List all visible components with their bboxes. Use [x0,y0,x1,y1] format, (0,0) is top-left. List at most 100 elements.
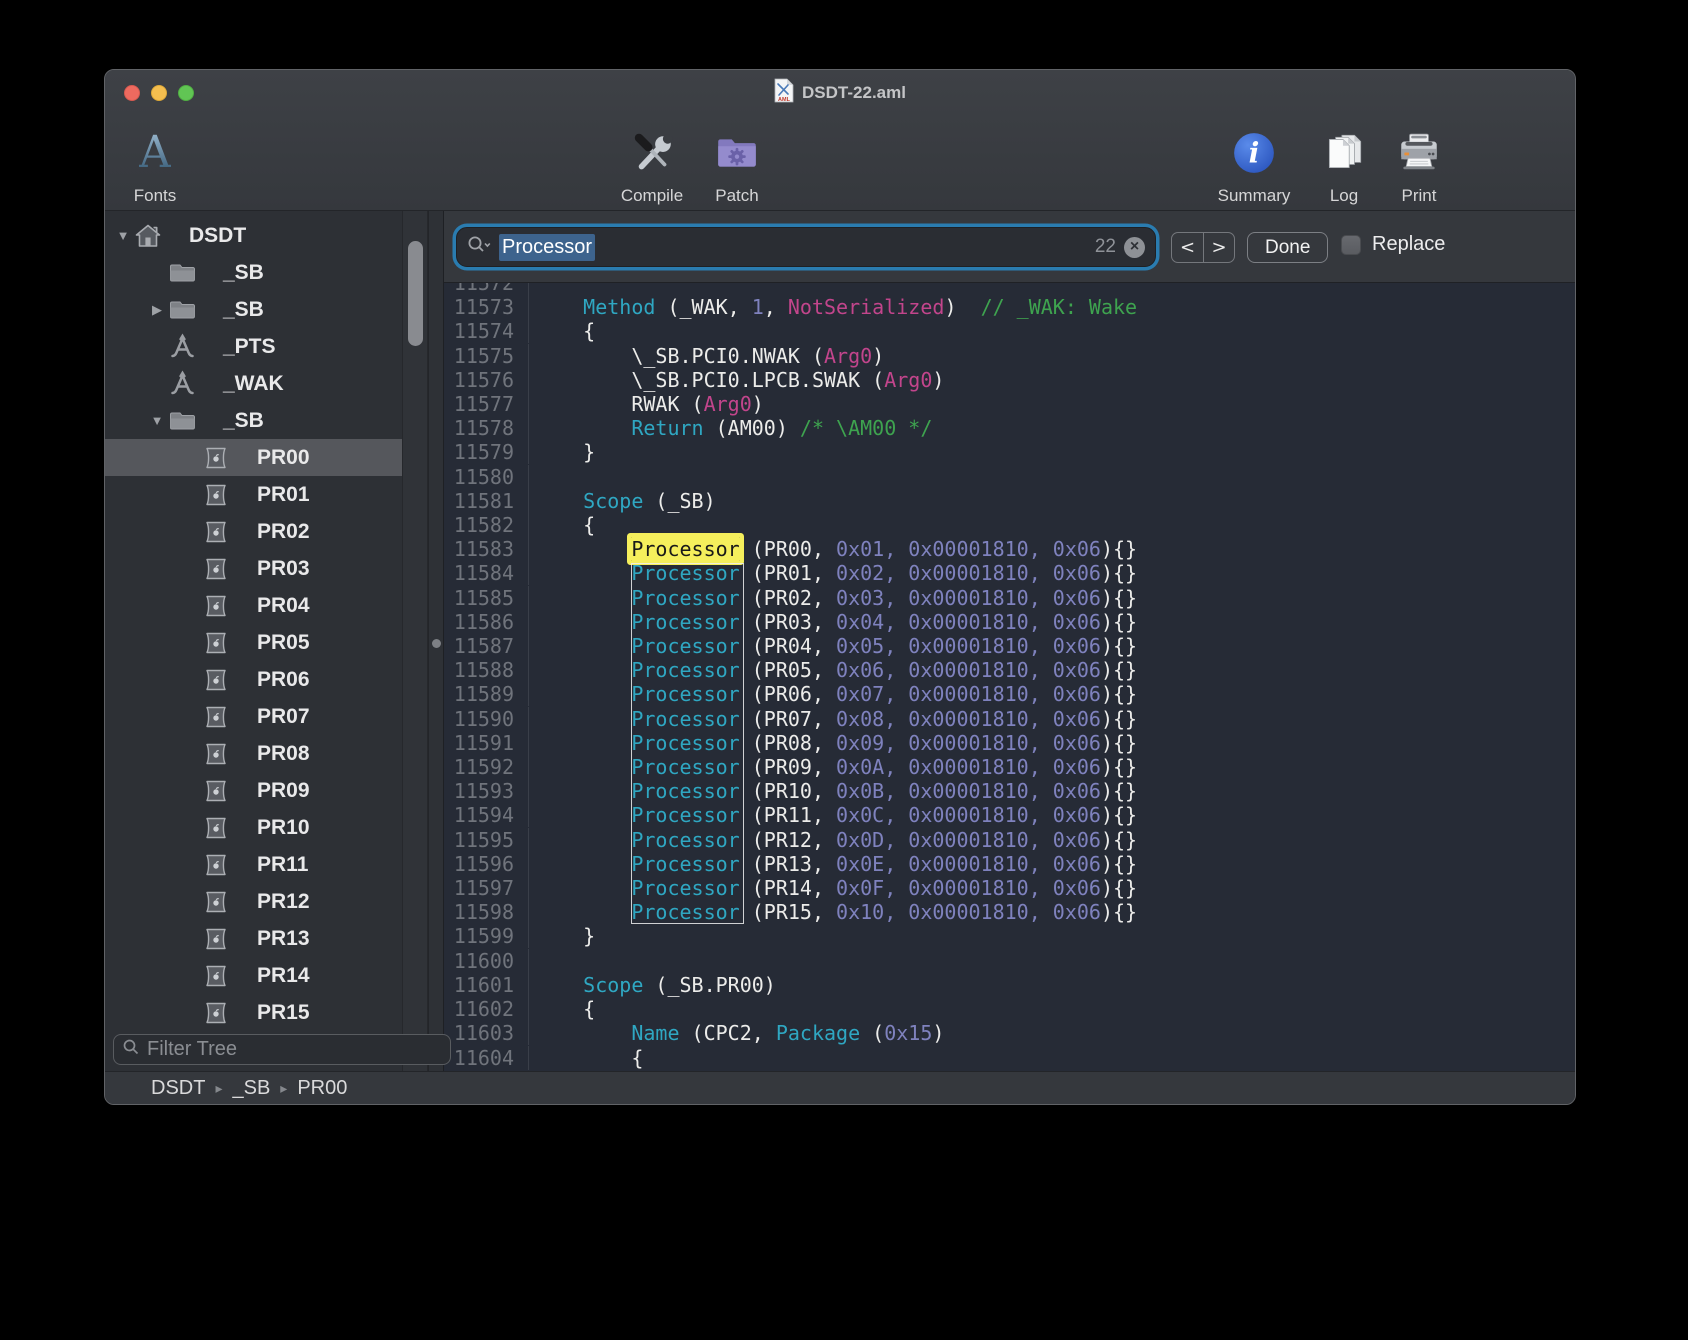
line-content: { [528,1046,643,1070]
folder-icon [167,295,197,325]
code-line: 11595 Processor (PR12, 0x0D, 0x00001810,… [444,828,1575,852]
disclosure-right-icon[interactable]: ▶ [147,302,167,318]
tree-item-label: PR02 [257,520,310,544]
find-match: Processor [631,876,739,900]
tree-item-pr09[interactable]: PR09 [105,772,428,809]
line-content [528,465,535,489]
line-number: 11597 [444,876,528,900]
breadcrumb-item-pr00[interactable]: PR00 [297,1077,347,1100]
find-match: Processor [631,852,739,876]
line-number: 11587 [444,634,528,658]
line-content: Method (_WAK, 1, NotSerialized) // _WAK:… [528,295,1137,319]
filter-tree-input[interactable]: Filter Tree [113,1034,451,1065]
processor-icon [201,924,231,954]
line-number: 11585 [444,586,528,610]
tree-item-pr08[interactable]: PR08 [105,735,428,772]
line-content: } [528,924,595,948]
processor-icon [201,739,231,769]
code-line: 11582 { [444,513,1575,537]
code-line: 11604 { [444,1046,1575,1070]
line-content: Processor (PR09, 0x0A, 0x00001810, 0x06)… [528,755,1137,779]
tree-item-pr12[interactable]: PR12 [105,883,428,920]
line-number: 11586 [444,610,528,634]
line-content: { [528,319,595,343]
filter-search-icon [122,1038,140,1061]
tree-item-_sb[interactable]: _SB [105,254,428,291]
find-input[interactable]: Processor 22 × [456,227,1156,267]
disclosure-down-icon[interactable]: ▼ [113,228,133,243]
processor-icon [201,850,231,880]
patch-button[interactable]: Patch [687,120,787,208]
summary-info-icon: i [1231,120,1277,186]
tree-item-_sb[interactable]: ▼_SB [105,402,428,439]
window-chrome: AML DSDT-22.aml A Fonts [105,70,1575,211]
tree-item-pr11[interactable]: PR11 [105,846,428,883]
line-number: 11601 [444,973,528,997]
search-icon[interactable] [467,235,491,260]
line-number: 11596 [444,852,528,876]
code-line: 11585 Processor (PR02, 0x03, 0x00001810,… [444,586,1575,610]
tree-item-label: PR14 [257,964,310,988]
line-content [528,949,535,973]
tree-item-label: PR01 [257,483,310,507]
tree-item-pr13[interactable]: PR13 [105,920,428,957]
line-content: Processor (PR10, 0x0B, 0x00001810, 0x06)… [528,779,1137,803]
tree-item-pr02[interactable]: PR02 [105,513,428,550]
line-content: Processor (PR15, 0x10, 0x00001810, 0x06)… [528,900,1137,924]
tree-item-_sb[interactable]: ▶_SB [105,291,428,328]
window-title: DSDT-22.aml [802,83,906,103]
code-line: 11597 Processor (PR14, 0x0F, 0x00001810,… [444,876,1575,900]
tree-item-pr01[interactable]: PR01 [105,476,428,513]
find-match: Processor [631,755,739,779]
next-match-button[interactable]: > [1203,233,1234,262]
find-match: Processor [631,731,739,755]
replace-checkbox[interactable] [1341,235,1361,255]
tree-item-dsdt[interactable]: ▼DSDT [105,217,428,254]
tree-item-pr00[interactable]: PR00 [105,439,428,476]
processor-icon [201,887,231,917]
summary-button[interactable]: i Summary [1204,120,1304,208]
find-match: Processor [631,610,739,634]
line-number: 11581 [444,489,528,513]
title-bar[interactable]: AML DSDT-22.aml [105,70,1575,116]
line-content: Processor (PR13, 0x0E, 0x00001810, 0x06)… [528,852,1137,876]
tree-item-pr05[interactable]: PR05 [105,624,428,661]
line-number: 11600 [444,949,528,973]
print-button[interactable]: Print [1369,120,1469,208]
tree-item-pr03[interactable]: PR03 [105,550,428,587]
filter-placeholder: Filter Tree [147,1038,237,1061]
line-number: 11575 [444,344,528,368]
sidebar-scrollbar-thumb[interactable] [408,241,423,346]
breadcrumb-item-sb[interactable]: _SB [232,1077,270,1100]
breadcrumb-item-dsdt[interactable]: DSDT [151,1077,205,1100]
tree-item-label: PR15 [257,1001,310,1025]
tree-item-pr14[interactable]: PR14 [105,957,428,994]
previous-match-button[interactable]: < [1172,233,1203,262]
code-line: 11596 Processor (PR13, 0x0E, 0x00001810,… [444,852,1575,876]
line-content: Return (AM00) /* \AM00 */ [528,416,932,440]
code-line: 11584 Processor (PR01, 0x02, 0x00001810,… [444,561,1575,585]
tree-item-pr04[interactable]: PR04 [105,587,428,624]
clear-search-button[interactable]: × [1124,237,1145,258]
tree-item-_wak[interactable]: _WAK [105,365,428,402]
line-number: 11572 [444,283,528,295]
code-lines: 1157211573 Method (_WAK, 1, NotSerialize… [444,283,1575,1070]
tree-item-pr15[interactable]: PR15 [105,994,428,1031]
tree-item-pr07[interactable]: PR07 [105,698,428,735]
tree-item-pr06[interactable]: PR06 [105,661,428,698]
processor-icon [201,702,231,732]
tree-item-pr10[interactable]: PR10 [105,809,428,846]
find-match: Processor [631,900,739,924]
app-window: AML DSDT-22.aml A Fonts [104,69,1576,1105]
toolbar: A Fonts Compile [105,116,1575,211]
tree-item-_pts[interactable]: _PTS [105,328,428,365]
line-content: Processor (PR12, 0x0D, 0x00001810, 0x06)… [528,828,1137,852]
disclosure-down-icon[interactable]: ▼ [147,413,167,428]
processor-icon [201,443,231,473]
divider-drag-handle[interactable] [432,639,441,648]
method-icon [167,369,197,399]
processor-icon [201,554,231,584]
done-button[interactable]: Done [1247,232,1328,263]
code-editor[interactable]: 1157211573 Method (_WAK, 1, NotSerialize… [444,283,1575,1073]
fonts-button[interactable]: A Fonts [105,120,205,208]
